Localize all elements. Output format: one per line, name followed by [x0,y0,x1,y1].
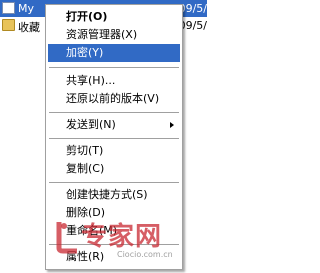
context-menu: 打开(O) 资源管理器(X) 加密(Y) 共享(H)... 还原以前的版本(V)… [45,4,183,270]
menu-item-create-shortcut[interactable]: 创建快捷方式(S) [48,186,180,204]
menu-separator [49,182,179,184]
menu-item-send-to[interactable]: 发送到(N) [48,116,180,134]
file-icon [2,2,15,14]
file-name: 收藏 [18,21,40,34]
menu-item-open[interactable]: 打开(O) [48,8,180,26]
menu-item-label: 发送到(N) [66,118,116,131]
menu-item-cut[interactable]: 剪切(T) [48,142,180,160]
file-name: My [18,2,35,15]
menu-separator [49,138,179,140]
menu-item-share[interactable]: 共享(H)... [48,72,180,90]
menu-separator [49,244,179,246]
folder-icon [2,19,15,31]
menu-item-properties[interactable]: 属性(R) [48,248,180,266]
submenu-arrow-icon [170,122,174,128]
menu-item-delete[interactable]: 删除(D) [48,204,180,222]
menu-item-rename[interactable]: 重命名(M) [48,222,180,240]
menu-item-copy[interactable]: 复制(C) [48,160,180,178]
menu-item-restore-previous-versions[interactable]: 还原以前的版本(V) [48,90,180,108]
menu-separator [49,67,179,69]
menu-item-explorer[interactable]: 资源管理器(X) [48,26,180,44]
menu-item-encrypt[interactable]: 加密(Y) [48,44,180,62]
menu-separator [49,112,179,114]
